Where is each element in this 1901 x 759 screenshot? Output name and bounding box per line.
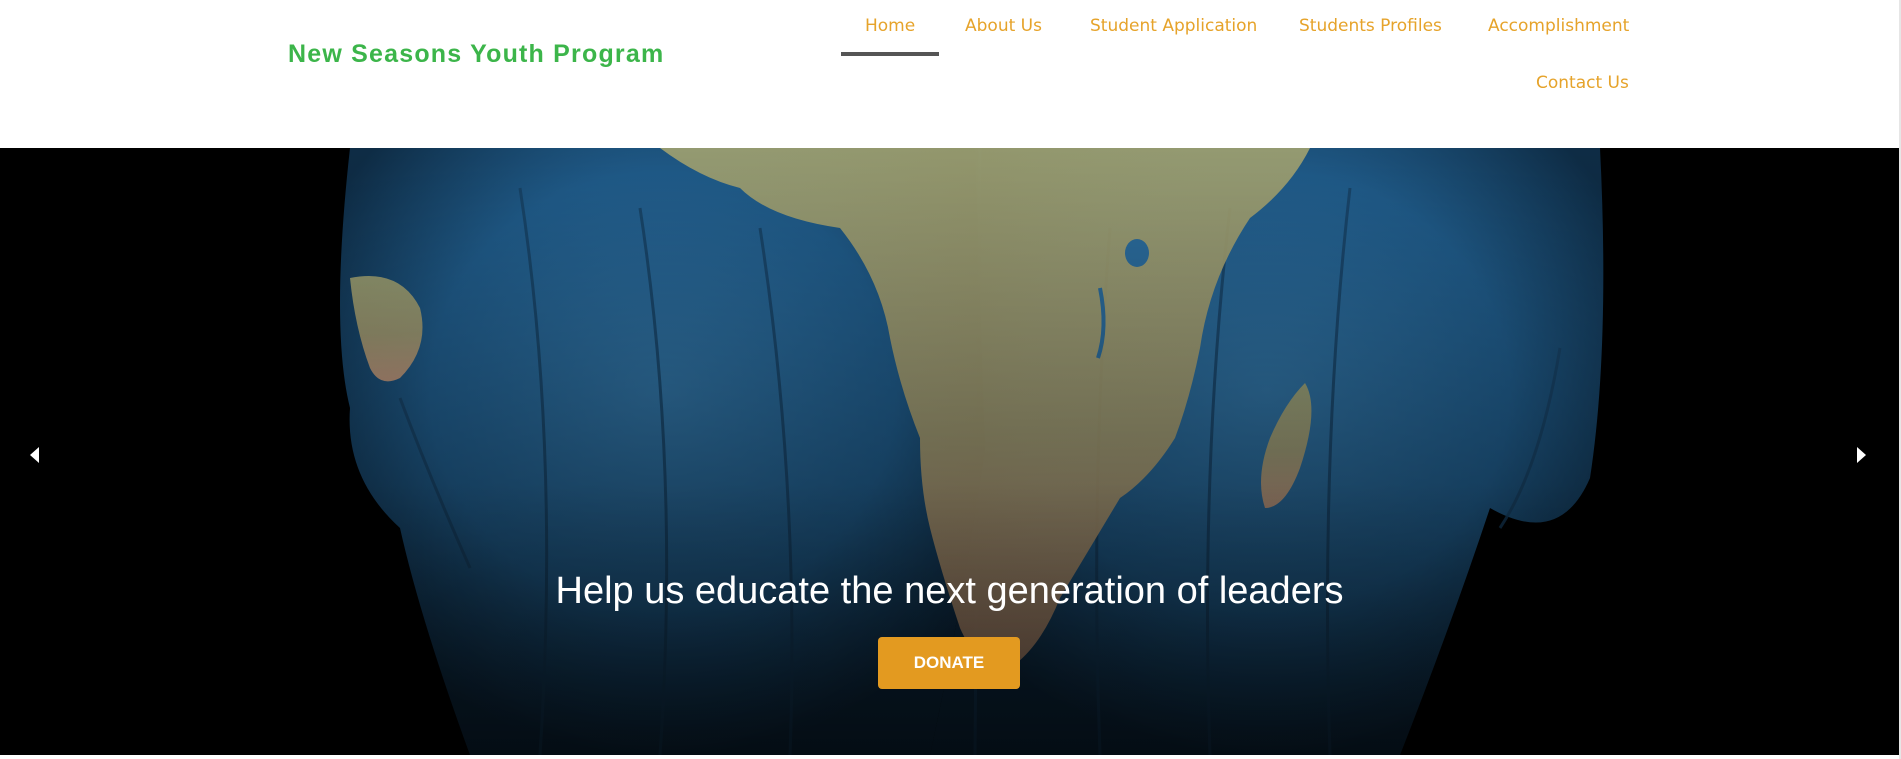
hero-slider: Help us educate the next generation of l… <box>0 148 1899 755</box>
site-header: New Seasons Youth Program Home About Us … <box>0 0 1899 148</box>
slider-prev-button[interactable] <box>20 440 50 470</box>
triangle-right-icon <box>1857 447 1866 463</box>
nav-item-students-profiles[interactable]: Students Profiles <box>1299 16 1442 36</box>
donate-button[interactable]: DONATE <box>878 637 1020 689</box>
nav-item-home[interactable]: Home <box>865 16 915 36</box>
nav-item-student-application[interactable]: Student Application <box>1090 16 1257 36</box>
nav-active-indicator <box>841 52 939 56</box>
main-nav: Home About Us Student Application Studen… <box>0 0 1899 148</box>
nav-item-accomplishment[interactable]: Accomplishment <box>1488 16 1629 36</box>
nav-item-about-us[interactable]: About Us <box>965 16 1042 36</box>
slider-next-button[interactable] <box>1846 440 1876 470</box>
page: New Seasons Youth Program Home About Us … <box>0 0 1901 759</box>
triangle-left-icon <box>30 447 39 463</box>
hero-headline: Help us educate the next generation of l… <box>555 570 1344 612</box>
nav-item-contact-us[interactable]: Contact Us <box>1536 73 1629 93</box>
